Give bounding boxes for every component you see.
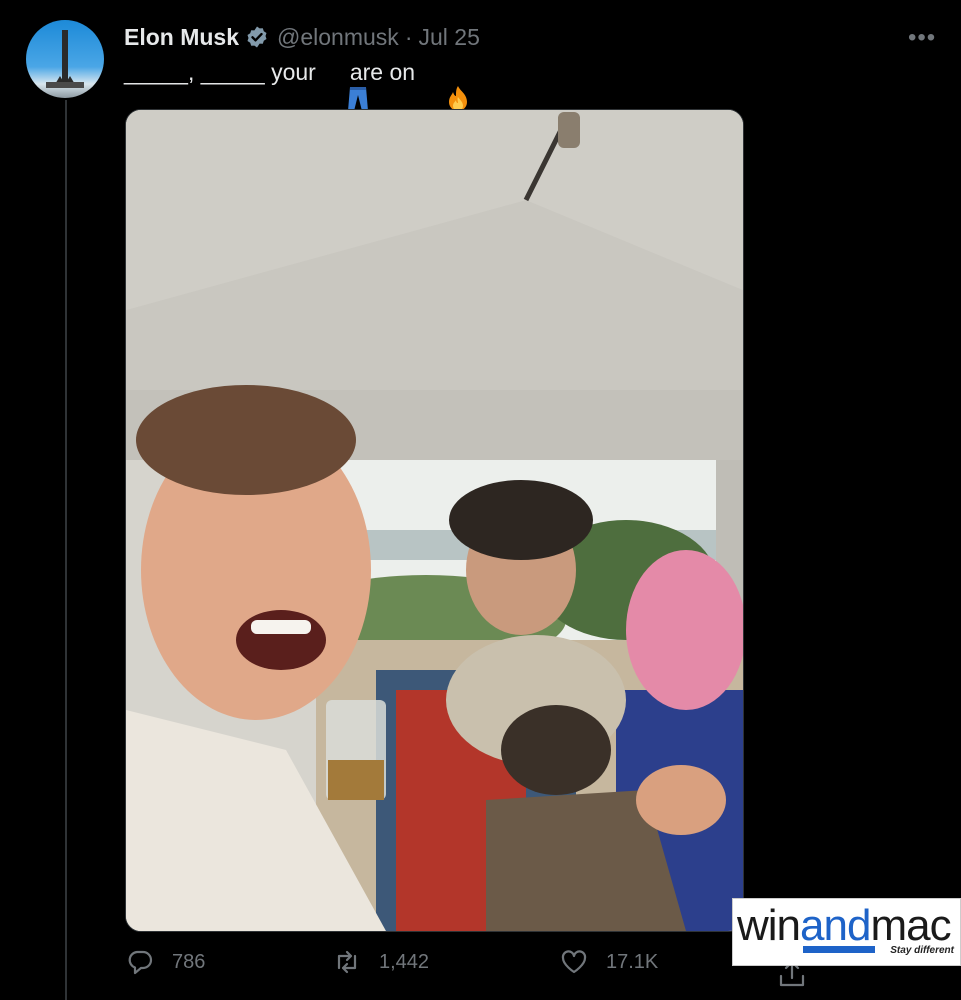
watermark-wordmark: winandmac	[737, 901, 952, 951]
tweet-header: Elon Musk @elonmusk · Jul 25	[124, 22, 480, 52]
reply-button[interactable]: 786	[126, 948, 205, 976]
separator-dot: ·	[404, 23, 413, 50]
avatar[interactable]	[26, 20, 104, 98]
author-handle[interactable]: @elonmusk	[277, 24, 399, 51]
thread-line	[65, 100, 67, 1000]
more-options-icon[interactable]: •••	[908, 24, 936, 52]
heart-icon	[561, 950, 587, 974]
tweet-text-part1: _____, _____ your	[124, 58, 316, 85]
watermark-win: win	[737, 901, 801, 950]
watermark-logo: winandmac Stay different	[732, 898, 961, 966]
watermark-and: and	[800, 901, 871, 950]
jeans-icon	[320, 58, 369, 111]
watermark-mac: mac	[870, 901, 951, 950]
retweet-icon	[337, 950, 357, 974]
retweet-button[interactable]: 1,442	[333, 948, 429, 976]
reply-icon	[128, 950, 153, 975]
retweet-count: 1,442	[379, 950, 430, 973]
verified-badge-icon	[245, 25, 269, 49]
tweet-photo[interactable]	[125, 109, 744, 932]
party-selfie-image	[126, 110, 743, 931]
fire-icon	[419, 58, 467, 111]
watermark-tagline: Stay different	[890, 945, 954, 956]
like-button[interactable]: 17.1K	[560, 948, 658, 976]
author-name[interactable]: Elon Musk	[124, 24, 239, 51]
like-count: 17.1K	[606, 950, 659, 973]
tweet-date[interactable]: Jul 25	[418, 24, 479, 51]
tweet-text: _____, _____ your are on	[124, 58, 467, 111]
landing-pad	[46, 82, 84, 88]
watermark-underline	[803, 946, 875, 953]
tweet-text-part2: are on	[349, 58, 416, 85]
reply-count: 786	[172, 950, 206, 973]
